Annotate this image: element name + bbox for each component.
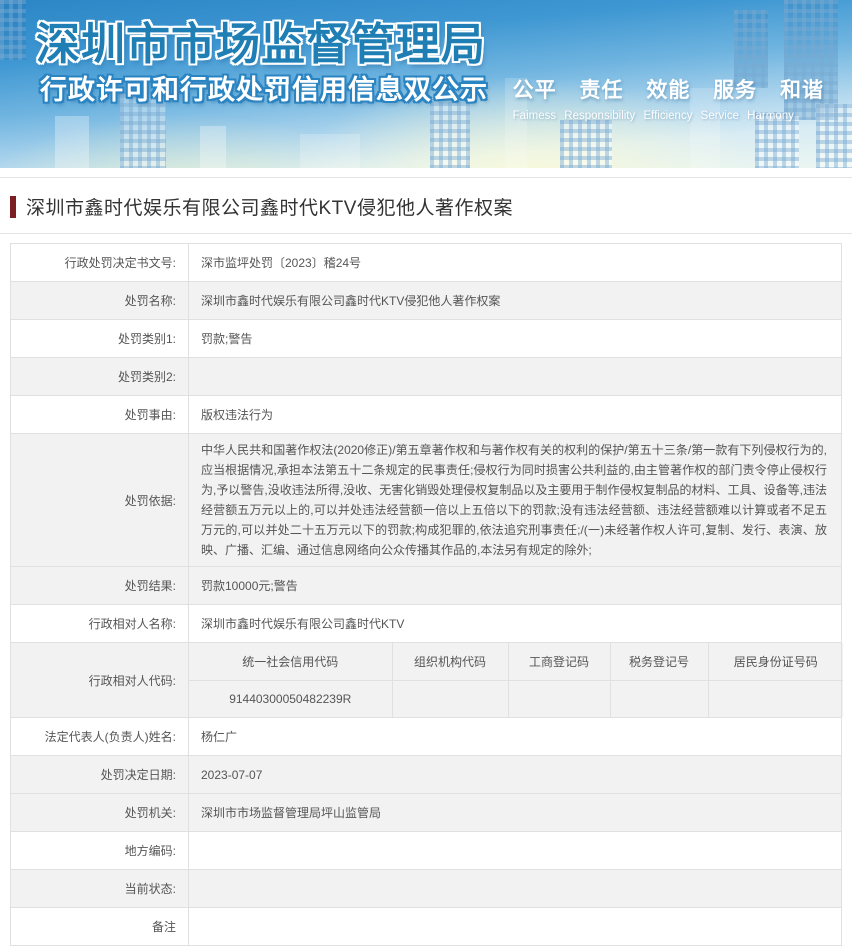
row-value: 罚款;警告 xyxy=(189,320,842,358)
slogan-english: Faimess Responsibility Efficiency Servic… xyxy=(513,110,824,122)
row-label: 当前状态: xyxy=(11,870,189,908)
code-col-header: 工商登记码 xyxy=(508,643,610,680)
row-label: 处罚类别1: xyxy=(11,320,189,358)
row-label: 行政相对人代码: xyxy=(11,643,189,718)
table-row: 处罚决定日期: 2023-07-07 xyxy=(11,756,842,794)
code-value-row: 91440300050482239R xyxy=(189,680,843,717)
row-value: 中华人民共和国著作权法(2020修正)/第五章著作权和与著作权有关的权利的保护/… xyxy=(189,434,842,567)
table-row: 处罚类别1: 罚款;警告 xyxy=(11,320,842,358)
row-label: 处罚依据: xyxy=(11,434,189,567)
code-value xyxy=(610,680,708,717)
building-silhouette-icon xyxy=(55,116,89,168)
row-value: 罚款10000元;警告 xyxy=(189,567,842,605)
banner-slogan: 公平 责任 效能 服务 和谐 Faimess Responsibility Ef… xyxy=(513,74,824,122)
row-value: 2023-07-07 xyxy=(189,756,842,794)
table-row: 当前状态: xyxy=(11,870,842,908)
banner-subtitle: 行政许可和行政处罚信用信息双公示 xyxy=(40,68,488,107)
code-col-header: 居民身份证号码 xyxy=(708,643,843,680)
code-col-header: 税务登记号 xyxy=(610,643,708,680)
title-accent-bar xyxy=(10,196,16,218)
table-row: 备注 xyxy=(11,908,842,946)
party-codes-cell: 统一社会信用代码 组织机构代码 工商登记码 税务登记号 居民身份证号码 9144… xyxy=(189,643,842,718)
code-value xyxy=(392,680,508,717)
page-title: 深圳市鑫时代娱乐有限公司鑫时代KTV侵犯他人著作权案 xyxy=(26,193,513,220)
row-label: 处罚事由: xyxy=(11,396,189,434)
row-value xyxy=(189,908,842,946)
code-value: 91440300050482239R xyxy=(189,680,392,717)
content-panel: 深圳市鑫时代娱乐有限公司鑫时代KTV侵犯他人著作权案 行政处罚决定书文号: 深市… xyxy=(0,177,852,946)
penalty-info-table: 行政处罚决定书文号: 深市监坪处罚〔2023〕稽24号 处罚名称: 深圳市鑫时代… xyxy=(10,243,842,946)
row-label: 备注 xyxy=(11,908,189,946)
table-row-party-codes: 行政相对人代码: 统一社会信用代码 组织机构代码 工商登记码 税务登记号 居民身… xyxy=(11,643,842,718)
table-row: 处罚类别2: xyxy=(11,358,842,396)
table-row: 法定代表人(负责人)姓名: 杨仁广 xyxy=(11,718,842,756)
table-row: 处罚事由: 版权违法行为 xyxy=(11,396,842,434)
table-row: 行政相对人名称: 深圳市鑫时代娱乐有限公司鑫时代KTV xyxy=(11,605,842,643)
code-col-header: 组织机构代码 xyxy=(392,643,508,680)
row-value: 杨仁广 xyxy=(189,718,842,756)
row-label: 行政相对人名称: xyxy=(11,605,189,643)
table-row: 处罚结果: 罚款10000元;警告 xyxy=(11,567,842,605)
row-value: 深市监坪处罚〔2023〕稽24号 xyxy=(189,244,842,282)
building-silhouette-icon xyxy=(0,0,26,60)
row-label: 处罚名称: xyxy=(11,282,189,320)
code-value xyxy=(508,680,610,717)
row-label: 处罚机关: xyxy=(11,794,189,832)
row-label: 法定代表人(负责人)姓名: xyxy=(11,718,189,756)
org-title: 深圳市市场监督管理局 xyxy=(36,8,486,72)
row-label: 处罚决定日期: xyxy=(11,756,189,794)
code-value xyxy=(708,680,843,717)
row-value xyxy=(189,358,842,396)
row-value: 版权违法行为 xyxy=(189,396,842,434)
case-title-block: 深圳市鑫时代娱乐有限公司鑫时代KTV侵犯他人著作权案 xyxy=(0,178,852,234)
code-col-header: 统一社会信用代码 xyxy=(189,643,392,680)
building-silhouette-icon xyxy=(560,120,612,168)
row-label: 处罚类别2: xyxy=(11,358,189,396)
building-silhouette-icon xyxy=(430,102,470,168)
row-label: 地方编码: xyxy=(11,832,189,870)
slogan-chinese: 公平 责任 效能 服务 和谐 xyxy=(513,74,824,104)
row-value xyxy=(189,832,842,870)
table-row: 行政处罚决定书文号: 深市监坪处罚〔2023〕稽24号 xyxy=(11,244,842,282)
site-banner: 深圳市市场监督管理局 行政许可和行政处罚信用信息双公示 公平 责任 效能 服务 … xyxy=(0,0,852,168)
party-codes-table: 统一社会信用代码 组织机构代码 工商登记码 税务登记号 居民身份证号码 9144… xyxy=(189,643,843,717)
table-row: 处罚机关: 深圳市市场监督管理局坪山监管局 xyxy=(11,794,842,832)
building-silhouette-icon xyxy=(200,126,226,168)
row-value: 深圳市市场监督管理局坪山监管局 xyxy=(189,794,842,832)
row-value: 深圳市鑫时代娱乐有限公司鑫时代KTV侵犯他人著作权案 xyxy=(189,282,842,320)
row-label: 行政处罚决定书文号: xyxy=(11,244,189,282)
table-row: 处罚名称: 深圳市鑫时代娱乐有限公司鑫时代KTV侵犯他人著作权案 xyxy=(11,282,842,320)
code-header-row: 统一社会信用代码 组织机构代码 工商登记码 税务登记号 居民身份证号码 xyxy=(189,643,843,680)
row-value xyxy=(189,870,842,908)
table-row: 处罚依据: 中华人民共和国著作权法(2020修正)/第五章著作权和与著作权有关的… xyxy=(11,434,842,567)
building-silhouette-icon xyxy=(300,134,360,168)
row-value: 深圳市鑫时代娱乐有限公司鑫时代KTV xyxy=(189,605,842,643)
table-row: 地方编码: xyxy=(11,832,842,870)
row-label: 处罚结果: xyxy=(11,567,189,605)
